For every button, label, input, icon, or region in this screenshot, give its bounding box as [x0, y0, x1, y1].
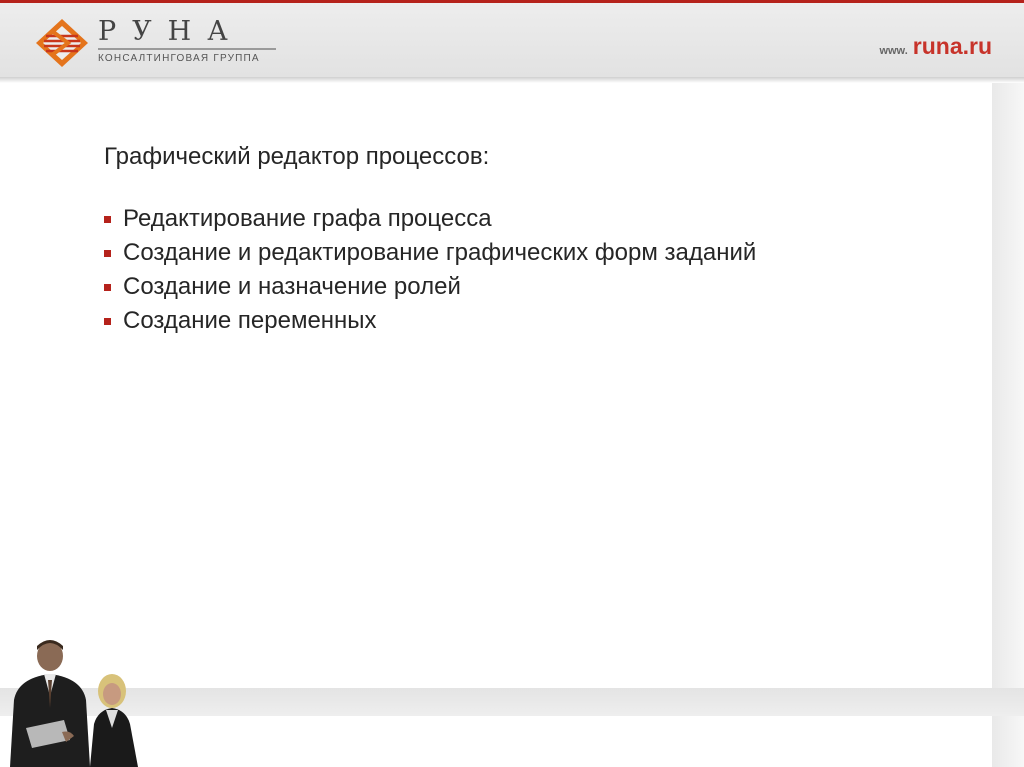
site-url[interactable]: www. runa.ru	[879, 34, 992, 63]
right-side-stripe	[992, 83, 1024, 767]
list-item: Создание переменных	[104, 304, 964, 338]
company-logo: РУНА КОНСАЛТИНГОВАЯ ГРУППА	[34, 17, 284, 69]
runa-logo-icon	[36, 19, 88, 67]
business-people-illustration	[10, 640, 138, 767]
brand-subtitle: КОНСАЛТИНГОВАЯ ГРУППА	[98, 53, 260, 64]
header-shadow	[0, 77, 1024, 83]
list-item: Редактирование графа процесса	[104, 202, 964, 236]
content-heading: Графический редактор процессов:	[104, 143, 490, 170]
brand-name: РУНА	[98, 16, 244, 47]
footer-band	[0, 688, 1024, 716]
woman-figure-icon	[90, 674, 138, 767]
feature-list: Редактирование графа процесса Создание и…	[104, 202, 964, 338]
brand-divider	[98, 48, 276, 50]
slide-header: РУНА КОНСАЛТИНГОВАЯ ГРУППА www. runa.ru	[0, 3, 1024, 77]
list-item: Создание и редактирование графических фо…	[104, 236, 964, 270]
site-url-domain: runa.ru	[912, 33, 992, 59]
list-item: Создание и назначение ролей	[104, 270, 964, 304]
slide-content: Графический редактор процессов: Редактир…	[104, 140, 964, 338]
man-figure-icon	[10, 640, 90, 767]
slide: РУНА КОНСАЛТИНГОВАЯ ГРУППА www. runa.ru Г…	[0, 0, 1024, 767]
site-url-prefix: www.	[879, 45, 908, 57]
